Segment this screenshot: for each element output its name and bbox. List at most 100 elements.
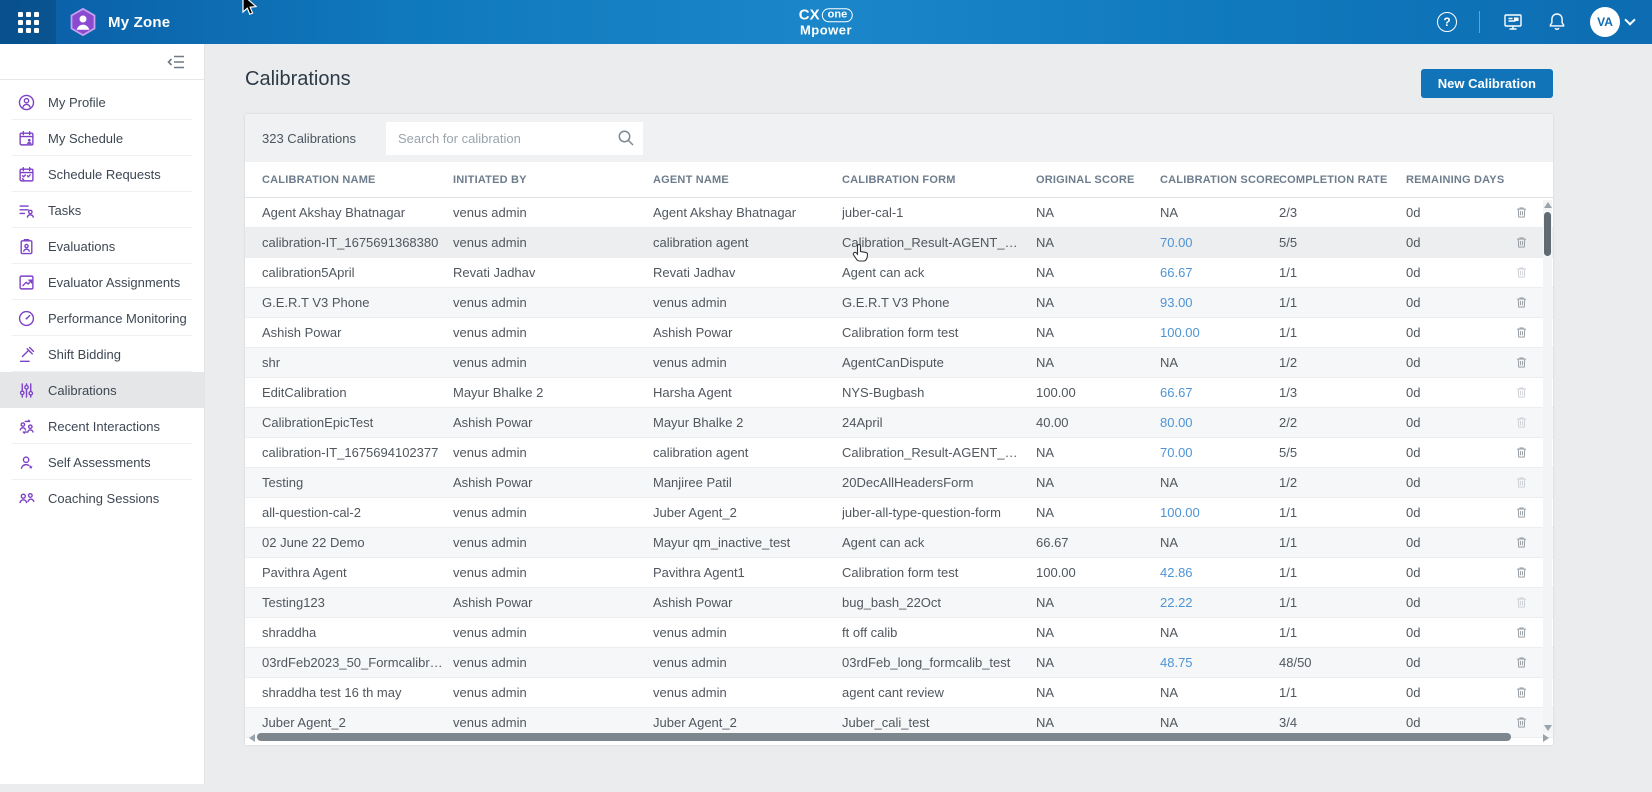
chart-arrow-icon [18,274,35,291]
table-row[interactable]: CalibrationEpicTestAshish PowarMayur Bha… [245,408,1553,438]
cell-completion-rate: 48/50 [1279,655,1406,670]
cell-calibration-score[interactable]: 22.22 [1160,595,1279,610]
horizontal-scroll-thumb[interactable] [257,733,1511,741]
delete-trash-icon [1516,594,1527,611]
sidebar-item-self-assessments[interactable]: Self Assessments [0,444,204,480]
scroll-up-arrow[interactable] [1544,202,1552,208]
cell-form: juber-all-type-question-form [842,505,1036,520]
table-row[interactable]: shraddha test 16 th mayvenus adminvenus … [245,678,1553,708]
search-input[interactable] [386,122,643,155]
column-header-original-score[interactable]: ORIGINAL SCORE [1036,174,1160,186]
sidebar-item-evaluator-assignments[interactable]: Evaluator Assignments [0,264,204,300]
sidebar-item-schedule-requests[interactable]: Schedule Requests [0,156,204,192]
sidebar-collapse-icon[interactable] [166,54,186,70]
sidebar-item-label: Calibrations [48,383,117,398]
cell-calibration-score[interactable]: 48.75 [1160,655,1279,670]
cell-form: AgentCanDispute [842,355,1036,370]
cell-calibration-score[interactable]: 93.00 [1160,295,1279,310]
notifications-bell-icon[interactable] [1546,11,1568,33]
user-menu[interactable]: VA [1590,7,1634,37]
delete-trash-icon[interactable] [1516,564,1527,581]
scroll-left-arrow[interactable] [249,734,255,742]
delete-trash-icon[interactable] [1516,684,1527,701]
table-row[interactable]: calibration-IT_1675691368380venus adminc… [245,228,1553,258]
table-row[interactable]: Pavithra Agentvenus adminPavithra Agent1… [245,558,1553,588]
table-row[interactable]: shrvenus adminvenus adminAgentCanDispute… [245,348,1553,378]
sidebar-item-calibrations[interactable]: Calibrations [0,372,204,408]
delete-trash-icon[interactable] [1516,534,1527,551]
sidebar-item-my-profile[interactable]: My Profile [0,84,204,120]
delete-trash-icon[interactable] [1516,294,1527,311]
app-grid-icon [18,12,39,33]
delete-trash-icon[interactable] [1516,714,1527,731]
sidebar-item-shift-bidding[interactable]: Shift Bidding [0,336,204,372]
column-header-completion-rate[interactable]: COMPLETION RATE [1279,174,1406,186]
table-row[interactable]: Agent Akshay Bhatnagarvenus adminAgent A… [245,198,1553,228]
person-star-icon [18,454,35,471]
horizontal-scrollbar[interactable] [249,732,1539,742]
table-row[interactable]: TestingAshish PowarManjiree Patil20DecAl… [245,468,1553,498]
delete-trash-icon[interactable] [1516,354,1527,371]
table-row[interactable]: all-question-cal-2venus adminJuber Agent… [245,498,1553,528]
cell-remaining-days: 0d [1406,235,1516,250]
sidebar-item-evaluations[interactable]: Evaluations [0,228,204,264]
cell-calibration-score[interactable]: 100.00 [1160,325,1279,340]
delete-trash-icon[interactable] [1516,204,1527,221]
column-header-agent-name[interactable]: AGENT NAME [653,174,842,186]
cell-calibration-score[interactable]: 70.00 [1160,235,1279,250]
table-row[interactable]: calibration-IT_1675694102377venus adminc… [245,438,1553,468]
cell-calibration-score[interactable]: 66.67 [1160,385,1279,400]
table-row[interactable]: 03rdFeb2023_50_Formcalibratio...venus ad… [245,648,1553,678]
scroll-right-arrow[interactable] [1543,734,1549,742]
sidebar-item-performance-monitoring[interactable]: Performance Monitoring [0,300,204,336]
search-icon[interactable] [617,129,635,147]
app-launcher-button[interactable] [0,0,56,44]
column-header-calibration-form[interactable]: CALIBRATION FORM [842,174,1036,186]
cell-calibration-score: NA [1160,535,1279,550]
column-header-calibration-score[interactable]: CALIBRATION SCORE [1160,174,1279,186]
sidebar-item-recent-interactions[interactable]: Recent Interactions [0,408,204,444]
sidebar-item-coaching-sessions[interactable]: Coaching Sessions [0,480,204,516]
sidebar-item-my-schedule[interactable]: My Schedule [0,120,204,156]
delete-trash-icon[interactable] [1516,324,1527,341]
table-row[interactable]: Testing123Ashish PowarAshish Powarbug_ba… [245,588,1553,618]
cell-calibration-score[interactable]: 66.67 [1160,265,1279,280]
sidebar-item-label: Coaching Sessions [48,491,159,506]
avatar[interactable]: VA [1590,7,1620,37]
new-calibration-button[interactable]: New Calibration [1421,69,1553,98]
table-row[interactable]: Ashish Powarvenus adminAshish PowarCalib… [245,318,1553,348]
table-row[interactable]: EditCalibrationMayur Bhalke 2Harsha Agen… [245,378,1553,408]
table-row[interactable]: shraddhavenus adminvenus adminft off cal… [245,618,1553,648]
sidebar: My ProfileMy ScheduleSchedule RequestsTa… [0,44,205,784]
sidebar-item-tasks[interactable]: Tasks [0,192,204,228]
cell-form: Agent can ack [842,535,1036,550]
column-header-remaining-days[interactable]: REMAINING DAYS [1406,174,1516,186]
cell-calibration-score[interactable]: 42.86 [1160,565,1279,580]
cell-initiated-by: venus admin [453,535,653,550]
cell-calibration-score: NA [1160,625,1279,640]
table-row[interactable]: 02 June 22 Demovenus adminMayur qm_inact… [245,528,1553,558]
scroll-down-arrow[interactable] [1544,725,1552,731]
column-header-initiated-by[interactable]: INITIATED BY [453,174,653,186]
cell-calibration-score[interactable]: 80.00 [1160,415,1279,430]
table-row[interactable]: G.E.R.T V3 Phonevenus adminvenus adminG.… [245,288,1553,318]
column-header-calibration-name[interactable]: CALIBRATION NAME [262,174,453,186]
cell-original-score: NA [1036,625,1160,640]
vertical-scrollbar[interactable] [1543,200,1552,733]
cell-calibration-score[interactable]: 70.00 [1160,445,1279,460]
delete-trash-icon[interactable] [1516,654,1527,671]
screen-share-icon[interactable] [1502,11,1524,33]
delete-trash-icon[interactable] [1516,504,1527,521]
cell-calibration-score[interactable]: 100.00 [1160,505,1279,520]
cell-agent-name: venus admin [653,295,842,310]
cell-original-score: NA [1036,445,1160,460]
vertical-scroll-thumb[interactable] [1544,212,1551,256]
delete-trash-icon[interactable] [1516,444,1527,461]
cell-remaining-days: 0d [1406,265,1516,280]
cell-remaining-days: 0d [1406,535,1516,550]
table-row[interactable]: calibration5AprilRevati JadhavRevati Jad… [245,258,1553,288]
cell-agent-name: Revati Jadhav [653,265,842,280]
delete-trash-icon[interactable] [1516,234,1527,251]
help-icon[interactable]: ? [1437,12,1457,32]
delete-trash-icon[interactable] [1516,624,1527,641]
